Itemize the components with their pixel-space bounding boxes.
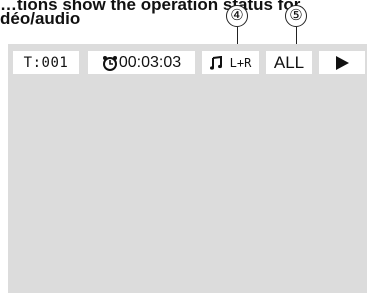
elapsed-time-text: 00:03:03	[118, 53, 182, 71]
osd-screen: T:001 00:03:03 L+R ALL	[8, 44, 367, 293]
callout-5: ⑤	[285, 5, 307, 27]
music-note-icon	[209, 55, 222, 70]
clock-icon	[102, 55, 118, 71]
title-number-text: T:001	[23, 54, 69, 71]
heading-line-2: déo/audio	[0, 9, 81, 28]
callout-4: ④	[226, 5, 248, 27]
repeat-mode-display: ALL	[266, 51, 312, 74]
audio-channel-text: L+R	[229, 55, 252, 70]
repeat-mode-text: ALL	[273, 52, 305, 72]
playback-status-display	[319, 51, 365, 74]
audio-channel-display: L+R	[202, 51, 259, 74]
play-icon	[335, 55, 349, 70]
elapsed-time-display: 00:03:03	[88, 51, 195, 74]
title-number-display: T:001	[13, 51, 79, 74]
